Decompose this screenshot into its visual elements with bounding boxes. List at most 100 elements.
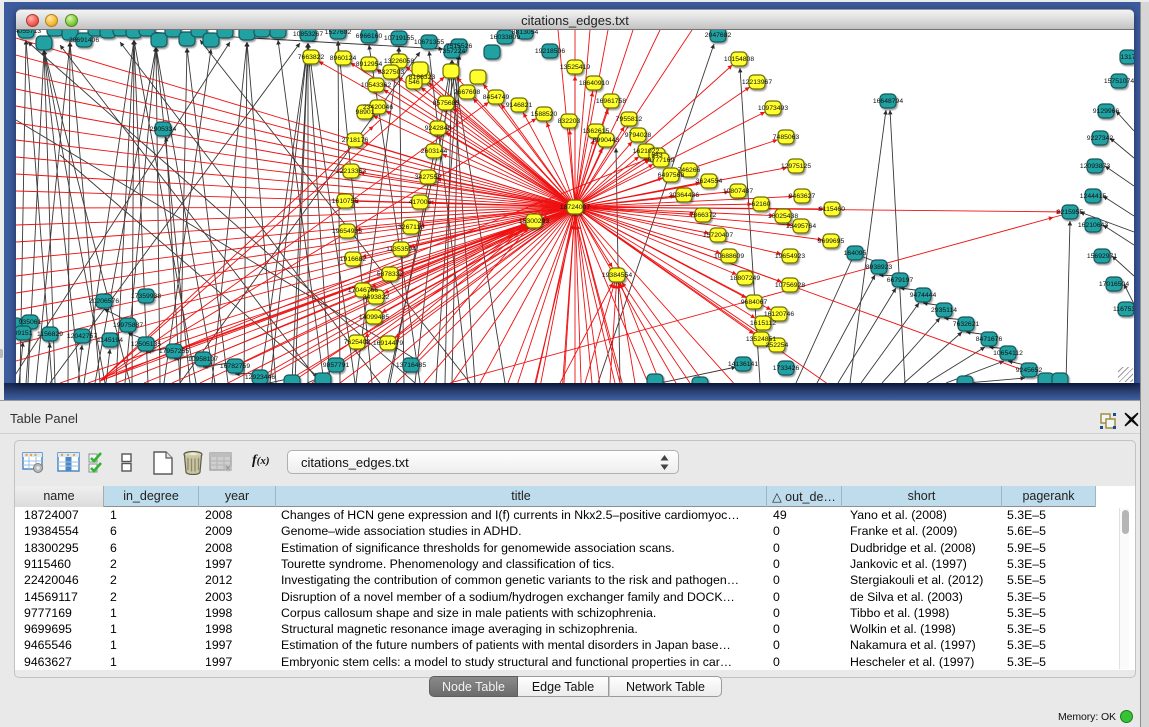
svg-text:6497568: 6497568 [658,172,685,179]
svg-text:9777169: 9777169 [648,157,675,164]
svg-text:16648794: 16648794 [873,98,903,105]
svg-text:1244415: 1244415 [1080,193,1107,200]
svg-text:2935114: 2935114 [931,307,957,314]
svg-text:3215955: 3215955 [1057,209,1084,216]
svg-text:16782759: 16782759 [220,363,250,370]
svg-text:98901: 98901 [356,109,375,116]
svg-text:8575685: 8575685 [433,100,460,107]
svg-text:12923446: 12923446 [245,374,275,381]
svg-text:19384554: 19384554 [602,272,632,279]
svg-text:10719155: 10719155 [384,35,414,42]
svg-text:10671355: 10671355 [414,39,444,46]
svg-text:164095: 164095 [844,250,867,257]
svg-text:7866372: 7866372 [690,212,717,219]
svg-text:24055713: 24055713 [16,30,41,35]
svg-text:1317: 1317 [1120,54,1134,61]
svg-text:19654935: 19654935 [332,228,362,235]
svg-text:1610755: 1610755 [332,198,359,205]
svg-text:2047682: 2047682 [705,32,732,39]
svg-text:39151: 39151 [16,330,33,337]
svg-text:11353594: 11353594 [386,246,416,253]
svg-text:9327503: 9327503 [378,69,405,76]
svg-text:15300293: 15300293 [519,218,549,225]
svg-text:19975887: 19975887 [113,322,143,329]
svg-text:6966160: 6966160 [356,33,383,40]
svg-text:10025438: 10025438 [768,213,798,220]
svg-text:1916682: 1916682 [340,256,367,263]
svg-text:12505135: 12505135 [131,341,161,348]
svg-text:6679197: 6679197 [887,277,914,284]
svg-text:17046766: 17046766 [348,287,378,294]
svg-text:15751074: 15751074 [1104,78,1134,85]
svg-text:13495764: 13495764 [786,223,816,230]
svg-text:9699695: 9699695 [818,238,845,245]
svg-text:8912954: 8912954 [356,61,383,68]
svg-text:19218506: 19218506 [535,48,565,55]
svg-text:10154808: 10154808 [724,56,754,63]
svg-text:9242848: 9242848 [425,125,452,132]
svg-text:8454749: 8454749 [483,94,510,101]
svg-text:9794028: 9794028 [625,132,652,139]
svg-text:10654112: 10654112 [993,350,1023,357]
svg-text:14099485: 14099485 [359,314,389,321]
svg-text:10543362: 10543362 [361,82,391,89]
svg-text:12975125: 12975125 [781,163,811,170]
svg-text:9146821: 9146821 [506,102,533,109]
svg-text:2905334: 2905334 [150,126,177,133]
svg-text:13716485: 13716485 [396,362,426,369]
svg-text:8938923: 8938923 [866,264,893,271]
svg-text:14136141: 14136141 [728,361,758,368]
svg-text:8960124: 8960124 [330,55,357,62]
svg-text:10688609: 10688609 [714,253,744,260]
svg-text:252254: 252254 [766,342,789,349]
svg-text:935061: 935061 [19,319,42,326]
svg-text:12042757: 12042757 [67,333,97,340]
svg-text:10756928: 10756928 [775,282,805,289]
svg-text:13525419: 13525419 [560,64,590,71]
svg-text:12093873: 12093873 [1080,163,1110,170]
svg-text:1145194: 1145194 [97,337,123,344]
svg-text:20691406: 20691406 [69,37,99,44]
svg-text:417006: 417006 [409,199,432,206]
svg-text:9857791: 9857791 [323,362,350,369]
svg-text:1156829: 1156829 [37,331,63,338]
svg-text:10853267: 10853267 [293,31,323,38]
svg-text:10973493: 10973493 [758,105,788,112]
svg-text:16961758: 16961758 [596,98,626,105]
svg-text:7625402: 7625402 [344,339,371,346]
svg-text:9227342: 9227342 [1087,135,1114,142]
svg-text:1527602: 1527602 [325,30,352,36]
svg-text:16120746: 16120746 [764,311,794,318]
svg-text:3267110: 3267110 [398,224,424,231]
svg-text:1615112: 1615112 [750,320,776,327]
svg-text:832203: 832203 [558,118,581,125]
svg-text:18724007: 18724007 [560,204,590,211]
svg-text:1362615: 1362615 [583,128,610,135]
svg-text:3427552: 3427552 [415,174,442,181]
svg-text:5878332: 5878332 [377,271,404,278]
svg-text:20206576: 20206576 [89,298,119,305]
svg-text:3493822: 3493822 [363,294,390,301]
svg-text:18807249: 18807249 [730,275,760,282]
svg-text:7632621: 7632621 [953,321,980,328]
svg-text:16914479: 16914479 [373,340,403,347]
svg-text:2603144: 2603144 [421,148,448,155]
svg-text:16210643: 16210643 [1078,222,1108,229]
svg-text:8990443: 8990443 [593,137,620,144]
svg-text:19654923: 19654923 [775,253,805,260]
svg-text:8813054: 8813054 [512,30,539,36]
svg-text:2667608: 2667608 [454,89,481,96]
svg-text:17016504: 17016504 [1099,281,1129,288]
svg-text:13226058: 13226058 [384,58,414,65]
svg-text:10807487: 10807487 [723,188,753,195]
svg-text:546: 546 [408,79,420,86]
svg-text:17359938: 17359938 [131,293,161,300]
svg-text:9115460: 9115460 [819,206,845,213]
svg-text:12213967: 12213967 [742,79,772,86]
svg-text:1167534: 1167534 [1113,306,1134,313]
svg-text:20364436: 20364436 [669,192,699,199]
svg-text:12213363: 12213363 [336,168,366,175]
svg-text:15692971: 15692971 [1087,253,1117,260]
svg-text:1733426: 1733426 [773,365,800,372]
svg-text:9129966: 9129966 [1093,108,1120,115]
